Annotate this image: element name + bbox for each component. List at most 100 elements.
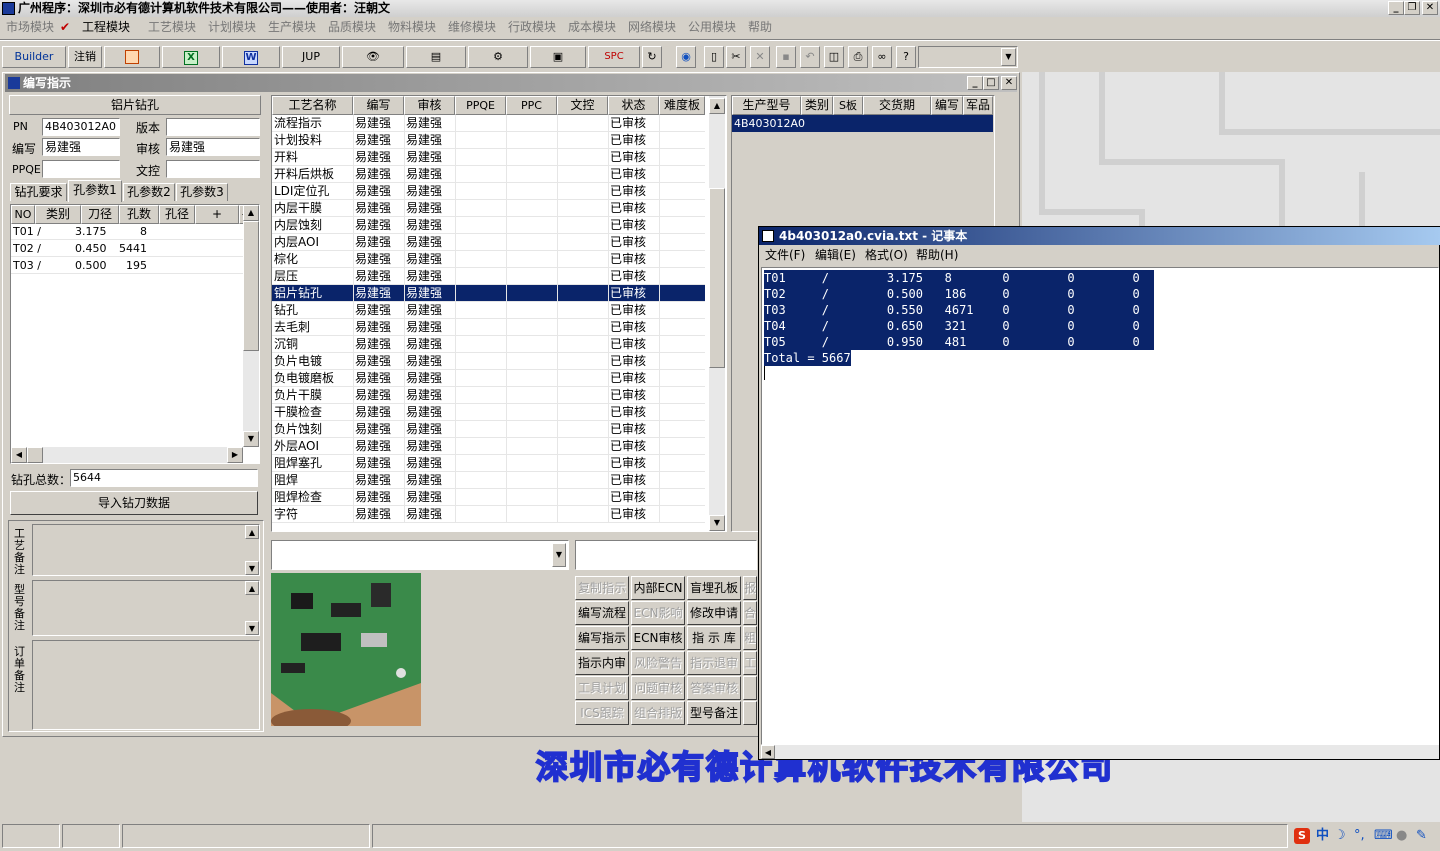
search-field[interactable] — [575, 540, 757, 570]
process-row[interactable]: 流程指示 易建强 易建强 已审核 — [272, 115, 705, 132]
process-row[interactable]: 去毛刺 易建强 易建强 已审核 — [272, 319, 705, 336]
punctuation-icon[interactable]: °, — [1354, 826, 1365, 846]
col-author[interactable]: 编写 — [353, 96, 404, 115]
action-button[interactable]: 组合排版 — [631, 701, 685, 725]
print-icon[interactable]: ⎙ — [848, 46, 868, 68]
action-button[interactable]: 工 — [743, 651, 757, 675]
model-note-field[interactable]: ▲ ▼ — [32, 580, 260, 636]
mdi-close-button[interactable]: ✕ — [1001, 76, 1017, 90]
process-row[interactable]: 负片电镀 易建强 易建强 已审核 — [272, 353, 705, 370]
minimize-button[interactable]: _ — [1388, 1, 1404, 15]
scroll-up-icon[interactable]: ▲ — [243, 205, 259, 221]
menu-plan[interactable]: 计划模块 — [208, 17, 256, 37]
wrench-icon[interactable]: ✎ — [1416, 826, 1427, 846]
col-s-board[interactable]: S板 — [833, 96, 863, 115]
action-button[interactable]: 风险警告 — [631, 651, 685, 675]
menu-engineering[interactable]: 工程模块 — [82, 17, 130, 37]
menu-file[interactable]: 文件(F) — [765, 245, 805, 265]
chevron-down-icon[interactable]: ▼ — [552, 543, 566, 567]
action-button[interactable]: 粗 — [743, 626, 757, 650]
action-button[interactable]: 答案审核 — [687, 676, 741, 700]
save-icon[interactable]: ▪ — [776, 46, 796, 68]
action-button[interactable]: 复制指示 — [575, 576, 629, 600]
col-model[interactable]: 生产型号 — [732, 96, 801, 115]
menu-process[interactable]: 工艺模块 — [148, 17, 196, 37]
process-row[interactable]: 铝片钻孔 易建强 易建强 已审核 — [272, 285, 705, 302]
process-row[interactable]: 负片干膜 易建强 易建强 已审核 — [272, 387, 705, 404]
col-reviewer[interactable]: 审核 — [404, 96, 455, 115]
binoculars-icon[interactable]: ∞ — [872, 46, 892, 68]
process-row[interactable]: 沉铜 易建强 易建强 已审核 — [272, 336, 705, 353]
toolbar-combo[interactable]: ▼ — [918, 46, 1018, 68]
action-button[interactable]: 合 — [743, 601, 757, 625]
tools-icon[interactable]: ⚙ — [468, 46, 528, 68]
action-button[interactable]: ICS跟踪 — [575, 701, 629, 725]
col-type[interactable]: 类别 — [35, 205, 81, 224]
spc-button[interactable]: SPC — [588, 46, 640, 68]
process-row[interactable]: 层压 易建强 易建强 已审核 — [272, 268, 705, 285]
menu-public[interactable]: 公用模块 — [688, 17, 736, 37]
action-button[interactable]: 型号备注 — [687, 701, 741, 725]
process-row[interactable]: 开料 易建强 易建强 已审核 — [272, 149, 705, 166]
tool-row[interactable]: T01 / 3.175 8 — [11, 223, 243, 240]
scroll-thumb[interactable] — [709, 188, 725, 368]
action-button[interactable]: 工具计划 — [575, 676, 629, 700]
action-button[interactable]: ECN影响 — [631, 601, 685, 625]
review-field[interactable]: 易建强 — [166, 138, 260, 156]
scroll-left-icon[interactable]: ◀ — [11, 447, 27, 463]
process-row[interactable]: 开料后烘板 易建强 易建强 已审核 — [272, 166, 705, 183]
mdi-maximize-button[interactable]: □ — [983, 76, 999, 90]
preview-icon[interactable]: ◫ — [824, 46, 844, 68]
process-combo[interactable]: ▼ — [271, 540, 569, 570]
tool-row[interactable]: T03 / 0.500 195 — [11, 257, 243, 274]
refresh-icon[interactable]: ↻ — [642, 46, 662, 68]
scroll-down-icon[interactable]: ▼ — [709, 515, 725, 531]
col-ppc[interactable]: PPC — [506, 96, 557, 115]
menu-maintenance[interactable]: 维修模块 — [448, 17, 496, 37]
action-button[interactable]: 编写流程 — [575, 601, 629, 625]
ime-mode[interactable]: 中 — [1316, 826, 1329, 846]
tool-grid-hscroll[interactable]: ◀ ▶ — [11, 447, 243, 463]
scroll-right-icon[interactable]: ▶ — [227, 447, 243, 463]
process-row[interactable]: LDI定位孔 易建强 易建强 已审核 — [272, 183, 705, 200]
process-row[interactable]: 钻孔 易建强 易建强 已审核 — [272, 302, 705, 319]
tab-hole-params-1[interactable]: 孔参数1 — [68, 180, 122, 202]
scroll-up-icon[interactable]: ▲ — [245, 525, 259, 539]
eye-icon[interactable]: 👁 — [342, 46, 404, 68]
scroll-up-icon[interactable]: ▲ — [709, 98, 725, 114]
action-button[interactable]: 盲埋孔板 — [687, 576, 741, 600]
author-field[interactable]: 易建强 — [42, 138, 120, 156]
action-button[interactable]: ECN审核 — [631, 626, 685, 650]
process-row[interactable]: 棕化 易建强 易建强 已审核 — [272, 251, 705, 268]
help-icon[interactable]: ? — [896, 46, 916, 68]
menu-quality[interactable]: 品质模块 — [328, 17, 376, 37]
col-delivery[interactable]: 交货期 — [863, 96, 931, 115]
total-field[interactable]: 5644 — [70, 469, 258, 487]
col-plus[interactable]: + — [195, 205, 239, 224]
ppqe-field[interactable] — [42, 160, 120, 178]
scroll-down-icon[interactable]: ▼ — [243, 431, 259, 447]
powerpoint-icon[interactable] — [104, 46, 160, 68]
tab-hole-params-2[interactable]: 孔参数2 — [123, 183, 175, 201]
menu-market[interactable]: 市场模块 — [6, 17, 54, 37]
col-diameter[interactable]: 刀径 — [81, 205, 119, 224]
process-row[interactable]: 内层蚀刻 易建强 易建强 已审核 — [272, 217, 705, 234]
col-category[interactable]: 类别 — [801, 96, 833, 115]
cut-icon[interactable]: ✂ — [726, 46, 746, 68]
import-drill-button[interactable]: 导入钻刀数据 — [10, 491, 258, 515]
menu-edit[interactable]: 编辑(E) — [815, 245, 856, 265]
close-button[interactable]: ✕ — [1422, 1, 1438, 15]
process-row[interactable]: 内层干膜 易建强 易建强 已审核 — [272, 200, 705, 217]
action-button[interactable]: 内部ECN — [631, 576, 685, 600]
process-row[interactable]: 内层AOI 易建强 易建强 已审核 — [272, 234, 705, 251]
col-doc-control[interactable]: 文控 — [557, 96, 608, 115]
computer-icon[interactable]: ▣ — [530, 46, 586, 68]
action-button[interactable]: 编写指示 — [575, 626, 629, 650]
mdi-minimize-button[interactable]: _ — [967, 76, 983, 90]
action-button[interactable]: 指示内审 — [575, 651, 629, 675]
menu-cost[interactable]: 成本模块 — [568, 17, 616, 37]
menu-network[interactable]: 网络模块 — [628, 17, 676, 37]
process-row[interactable]: 外层AOI 易建强 易建强 已审核 — [272, 438, 705, 455]
keyboard-icon[interactable]: ⌨ — [1374, 826, 1393, 846]
scroll-down-icon[interactable]: ▼ — [245, 621, 259, 635]
